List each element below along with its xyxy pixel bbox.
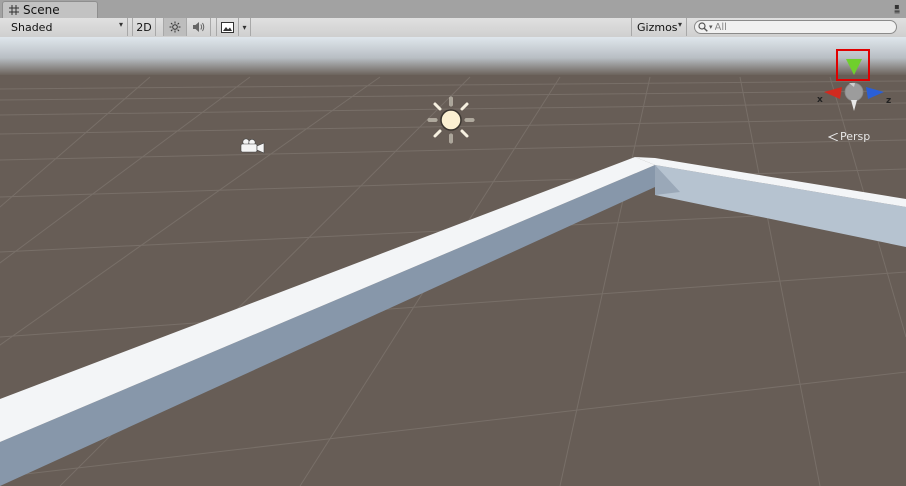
grid-icon xyxy=(9,5,19,15)
projection-toggle[interactable]: Persp xyxy=(828,130,870,143)
gizmo-y-highlight xyxy=(836,49,870,81)
chevron-down-icon: ▾ xyxy=(677,20,682,29)
effects-dropdown[interactable]: ▾ xyxy=(239,18,251,36)
sun-icon xyxy=(169,21,181,33)
lighting-toggle-button[interactable] xyxy=(163,18,187,36)
chevron-down-icon: ▾ xyxy=(118,20,123,29)
search-icon xyxy=(698,22,708,32)
2d-label: 2D xyxy=(136,20,152,34)
image-icon xyxy=(221,21,234,33)
audio-toggle-button[interactable] xyxy=(187,18,211,36)
tab-bar: Scene ▪ ≡ xyxy=(0,0,906,19)
effects-toggle-button[interactable] xyxy=(216,18,239,36)
draw-mode-dropdown[interactable]: Shaded ▾ xyxy=(6,18,128,36)
2d-toggle-button[interactable]: 2D xyxy=(132,18,156,36)
scene-search[interactable]: ▾ xyxy=(694,20,897,34)
tab-label: Scene xyxy=(23,3,60,17)
gizmo-x-axis[interactable] xyxy=(824,87,842,99)
scene-viewport[interactable]: x z Persp xyxy=(0,37,906,486)
audio-icon xyxy=(192,22,204,32)
sky-horizon xyxy=(0,37,906,75)
gizmos-label: Gizmos xyxy=(637,20,678,34)
gizmos-dropdown[interactable]: Gizmos ▾ xyxy=(631,18,687,36)
scene-toolbar: Shaded ▾ 2D ▾ Gizmos ▾ ▾ xyxy=(0,18,906,38)
draw-mode-label: Shaded xyxy=(11,20,53,34)
gizmo-x-label: x xyxy=(817,95,823,105)
gizmo-z-axis[interactable] xyxy=(866,87,884,99)
scene-canvas xyxy=(0,37,906,486)
search-input[interactable] xyxy=(712,21,885,33)
gizmo-neg-y-axis[interactable] xyxy=(851,100,857,111)
perspective-icon xyxy=(828,132,838,141)
directional-light-icon[interactable] xyxy=(427,96,475,144)
window-menu-icon[interactable]: ▪ ≡ xyxy=(891,3,903,16)
chevron-down-icon: ▾ xyxy=(242,22,247,32)
tab-scene[interactable]: Scene xyxy=(2,1,98,18)
gizmo-z-label: z xyxy=(886,96,892,106)
projection-label: Persp xyxy=(840,130,871,143)
